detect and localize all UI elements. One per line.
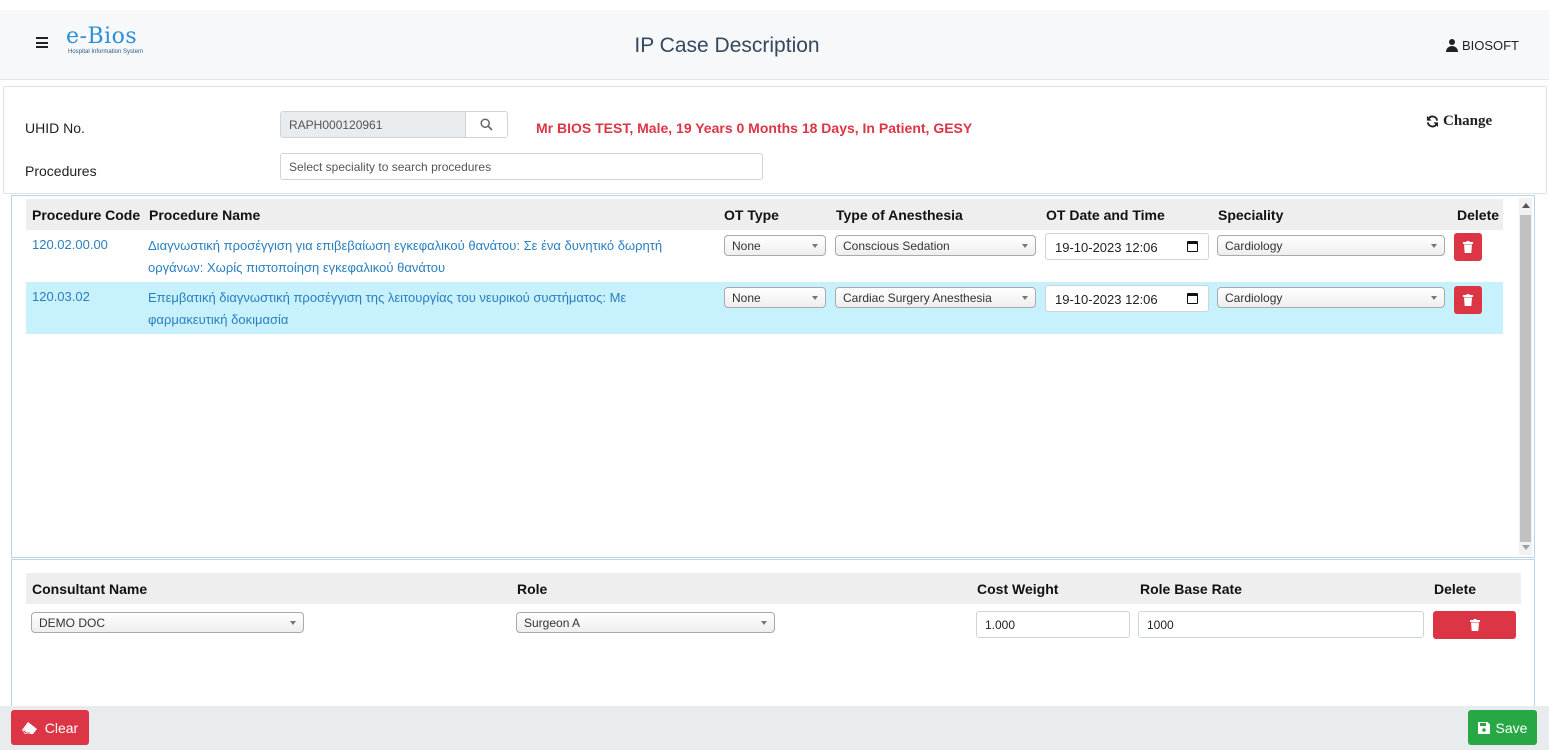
- save-label: Save: [1495, 719, 1528, 736]
- col-consultant-name: Consultant Name: [32, 581, 148, 597]
- col-anesthesia: Type of Anesthesia: [836, 207, 963, 223]
- calendar-icon[interactable]: [1187, 293, 1198, 304]
- role-base-rate-input[interactable]: 1000: [1138, 611, 1424, 638]
- chevron-down-icon: [1022, 244, 1028, 248]
- patient-panel: UHID No. RAPH000120961 Mr BIOS TEST, Mal…: [3, 86, 1547, 194]
- uhid-search-button[interactable]: [465, 111, 508, 138]
- footer-bar: Clear Save: [0, 706, 1549, 750]
- user-icon: [1445, 39, 1458, 52]
- trash-icon: [1463, 294, 1473, 306]
- ot-type-select[interactable]: None: [724, 287, 826, 308]
- change-patient-button[interactable]: Change: [1426, 113, 1492, 130]
- col-role: Role: [517, 581, 548, 597]
- search-icon: [480, 118, 493, 131]
- patient-info: Mr BIOS TEST, Male, 19 Years 0 Months 18…: [536, 120, 973, 136]
- trash-icon: [1469, 619, 1480, 631]
- procedure-search-input[interactable]: Select speciality to search procedures: [280, 153, 763, 180]
- anesthesia-select[interactable]: Conscious Sedation: [835, 235, 1036, 256]
- clear-label: Clear: [44, 719, 79, 736]
- change-label: Change: [1443, 113, 1493, 129]
- eraser-icon: [21, 721, 37, 734]
- chevron-down-icon: [290, 621, 296, 625]
- procedure-code[interactable]: 120.03.02: [32, 289, 90, 304]
- ot-type-value: None: [732, 239, 761, 253]
- role-value: Surgeon A: [524, 616, 581, 630]
- chevron-down-icon: [812, 296, 818, 300]
- ot-datetime-input[interactable]: 19-10-2023 12:06: [1045, 285, 1209, 312]
- delete-consultant-button[interactable]: [1433, 611, 1516, 639]
- speciality-select[interactable]: Cardiology: [1217, 287, 1445, 308]
- cost-weight-input[interactable]: 1.000: [976, 611, 1130, 638]
- chevron-down-icon: [1022, 296, 1028, 300]
- refresh-icon: [1426, 115, 1439, 128]
- chevron-down-icon: [812, 244, 818, 248]
- role-select[interactable]: Surgeon A: [516, 612, 775, 633]
- calendar-icon[interactable]: [1187, 241, 1198, 252]
- ot-datetime-value: 19-10-2023 12:06: [1055, 240, 1158, 255]
- chevron-down-icon: [1431, 296, 1437, 300]
- ot-datetime-input[interactable]: 19-10-2023 12:06: [1045, 233, 1209, 260]
- col-procedure-code: Procedure Code: [32, 207, 141, 223]
- speciality-value: Cardiology: [1225, 291, 1283, 305]
- col-delete: Delete: [1457, 207, 1500, 223]
- user-name: BIOSOFT: [1461, 38, 1519, 53]
- speciality-select[interactable]: Cardiology: [1217, 235, 1445, 256]
- col-ot-type: OT Type: [724, 207, 779, 223]
- table-row[interactable]: 120.02.00.00 Διαγνωστική προσέγγιση για …: [26, 230, 1503, 282]
- anesthesia-select[interactable]: Cardiac Surgery Anesthesia: [835, 287, 1036, 308]
- user-menu[interactable]: BIOSOFT: [1445, 38, 1519, 53]
- save-button[interactable]: Save: [1468, 710, 1537, 745]
- anesthesia-value: Conscious Sedation: [843, 239, 950, 253]
- uhid-input[interactable]: RAPH000120961: [280, 111, 466, 138]
- delete-procedure-button[interactable]: [1454, 233, 1482, 261]
- consultants-table-header: Consultant Name Role Cost Weight Role Ba…: [26, 573, 1521, 604]
- consultant-value: DEMO DOC: [39, 616, 105, 630]
- scroll-thumb[interactable]: [1520, 215, 1531, 542]
- procedures-label: Procedures: [25, 163, 97, 179]
- table-row[interactable]: 120.03.02 Επεμβατική διαγνωστική προσέγγ…: [26, 282, 1503, 334]
- ot-type-select[interactable]: None: [724, 235, 826, 256]
- col-procedure-name: Procedure Name: [149, 207, 261, 223]
- procedure-code[interactable]: 120.02.00.00: [32, 237, 108, 252]
- chevron-down-icon: [1431, 244, 1437, 248]
- procedure-name[interactable]: Επεμβατική διαγνωστική προσέγγιση της λε…: [148, 287, 708, 331]
- consultant-select[interactable]: DEMO DOC: [31, 612, 304, 633]
- ot-datetime-value: 19-10-2023 12:06: [1055, 292, 1158, 307]
- scroll-down-icon[interactable]: [1522, 545, 1530, 550]
- vertical-scrollbar[interactable]: [1519, 198, 1532, 555]
- ot-type-value: None: [732, 291, 761, 305]
- uhid-label: UHID No.: [25, 120, 85, 136]
- col-cost-weight: Cost Weight: [977, 581, 1059, 597]
- consultants-table: Consultant Name Role Cost Weight Role Ba…: [11, 559, 1535, 709]
- col-ot-datetime: OT Date and Time: [1046, 207, 1165, 223]
- chevron-down-icon: [761, 621, 767, 625]
- page-title: IP Case Description: [634, 34, 820, 57]
- trash-icon: [1463, 241, 1473, 253]
- clear-button[interactable]: Clear: [11, 710, 89, 745]
- scroll-up-icon[interactable]: [1522, 203, 1530, 208]
- col-role-base-rate: Role Base Rate: [1140, 581, 1242, 597]
- save-icon: [1477, 721, 1490, 734]
- procedures-table-header: Procedure Code Procedure Name OT Type Ty…: [26, 199, 1503, 230]
- speciality-value: Cardiology: [1225, 239, 1283, 253]
- top-navbar: e-Bios Hospital Information System IP Ca…: [0, 10, 1549, 80]
- anesthesia-value: Cardiac Surgery Anesthesia: [843, 291, 992, 305]
- procedure-name[interactable]: Διαγνωστική προσέγγιση για επιβεβαίωση ε…: [148, 235, 708, 279]
- procedures-table: Procedure Code Procedure Name OT Type Ty…: [11, 195, 1535, 558]
- col-delete: Delete: [1434, 581, 1477, 597]
- delete-procedure-button[interactable]: [1454, 286, 1482, 314]
- col-speciality: Speciality: [1218, 207, 1284, 223]
